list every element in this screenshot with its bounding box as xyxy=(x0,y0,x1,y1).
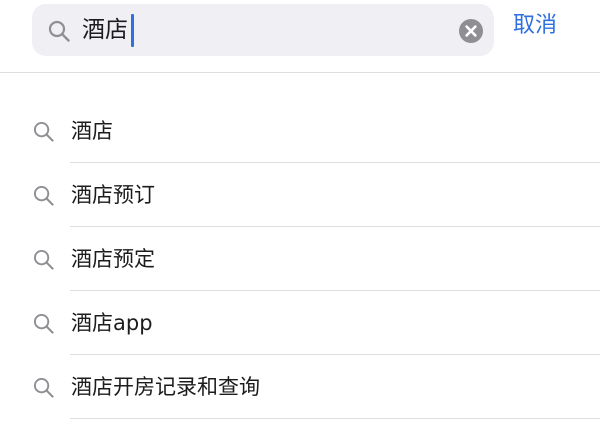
suggestion-item[interactable]: 酒店 xyxy=(0,99,600,163)
suggestion-label: 酒店开房记录和查询 xyxy=(71,375,260,399)
suggestion-label: 酒店app xyxy=(71,311,153,335)
search-query-text[interactable]: 酒店 xyxy=(82,13,128,47)
suggestion-label: 酒店预定 xyxy=(71,247,155,271)
search-icon xyxy=(33,377,54,398)
suggestion-label: 酒店 xyxy=(71,119,113,143)
suggestion-item[interactable]: 酒店app xyxy=(0,291,600,355)
suggestion-label: 酒店预订 xyxy=(71,183,155,207)
suggestion-item[interactable]: 酒店预订 xyxy=(0,163,600,227)
divider xyxy=(70,418,600,419)
search-icon xyxy=(33,121,54,142)
search-icon xyxy=(33,185,54,206)
cancel-button[interactable]: 取消 xyxy=(513,9,557,43)
suggestion-item[interactable]: 酒店预定 xyxy=(0,227,600,291)
search-icon xyxy=(48,20,70,42)
text-cursor xyxy=(131,14,134,47)
search-header: 酒店 取消 xyxy=(0,0,600,73)
search-screen: 酒店 取消 酒店 酒店预订 酒店预定 酒店app 酒店开房记录和查询 xyxy=(0,0,600,432)
suggestion-list: 酒店 酒店预订 酒店预定 酒店app 酒店开房记录和查询 xyxy=(0,99,600,419)
search-icon xyxy=(33,313,54,334)
suggestion-item[interactable]: 酒店开房记录和查询 xyxy=(0,355,600,419)
search-icon xyxy=(33,249,54,270)
search-input[interactable]: 酒店 xyxy=(32,4,494,56)
clear-icon[interactable] xyxy=(458,18,484,44)
